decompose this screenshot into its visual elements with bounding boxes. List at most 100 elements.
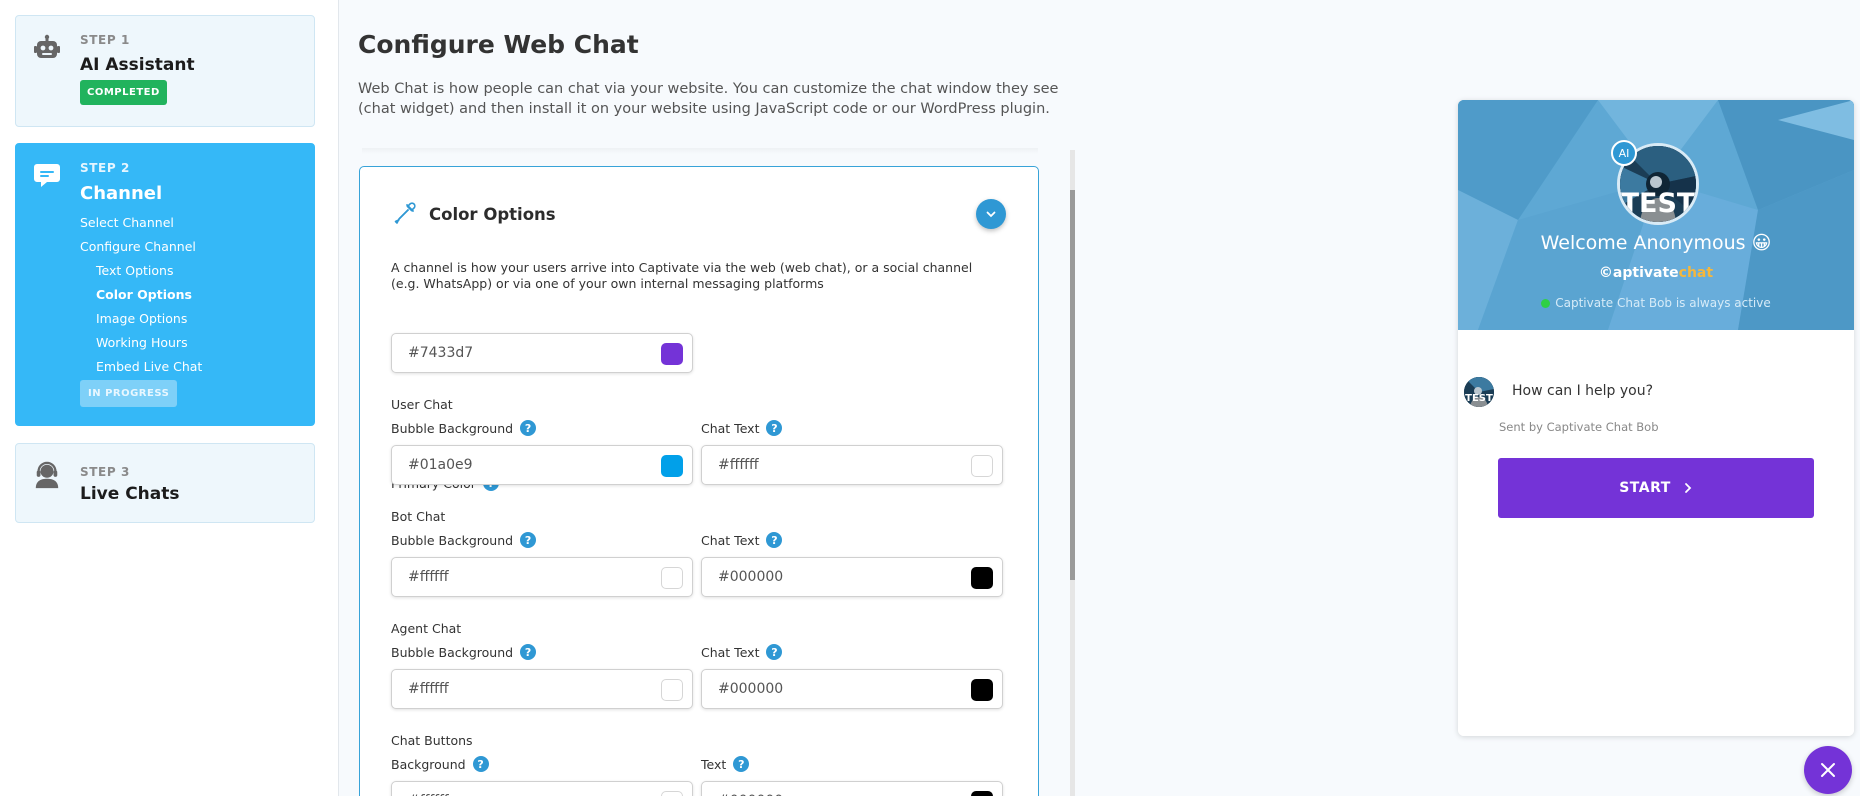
agent-bubble-color-input[interactable]: #ffffff [391,669,693,709]
agent-text-color-input[interactable]: #000000 [701,669,1003,709]
headset-agent-icon [33,461,61,489]
status-text: Captivate Chat Bob is always active [1555,296,1771,310]
bot-bubble-label: Bubble Background ? [391,532,537,548]
step-number: STEP 3 [80,465,130,479]
buttons-background-label: Background ? [391,756,489,772]
page-title: Configure Web Chat [358,30,639,59]
step-number: STEP 1 [80,33,130,47]
brand-accent: chat [1678,265,1714,281]
brand-prefix: ©aptivate [1598,265,1679,281]
color-swatch[interactable] [661,455,683,477]
step-live-chats[interactable]: STEP 3 Live Chats [15,443,315,523]
message-sender: Sent by Captivate Chat Bob [1499,420,1659,434]
status-badge-in-progress: IN PROGRESS [80,380,178,407]
step-number: STEP 2 [80,161,130,175]
color-swatch[interactable] [971,679,993,701]
help-icon[interactable]: ? [520,532,537,548]
step-title: Live Chats [80,484,180,504]
help-icon[interactable]: ? [733,756,750,772]
substep-embed-live-chat[interactable]: Embed Live Chat [80,355,202,379]
help-icon[interactable]: ? [766,532,783,548]
start-label: START [1619,480,1671,496]
user-text-color-input[interactable]: #ffffff [701,445,1003,485]
buttons-background-color-input[interactable]: #ffffff [391,781,693,796]
step-channel[interactable]: STEP 2 Channel Select Channel Configure … [15,143,315,426]
substep-working-hours[interactable]: Working Hours [80,331,202,355]
color-swatch[interactable] [971,567,993,589]
color-swatch[interactable] [661,679,683,701]
color-value: #000000 [718,681,784,697]
active-status: Captivate Chat Bob is always active [1458,296,1854,310]
field-label-text: Background [391,756,466,772]
substep-select-channel[interactable]: Select Channel [80,211,202,235]
close-icon [1821,763,1835,777]
help-icon[interactable]: ? [520,644,537,660]
section-bot-chat: Bot Chat [391,509,446,524]
online-dot-icon [1541,298,1551,308]
avatar-text: TEST [1620,188,1696,219]
bot-message: How can I help you? [1512,383,1654,399]
widget-body: TEST How can I help you? Sent by Captiva… [1458,330,1854,736]
bot-bubble-color-input[interactable]: #ffffff [391,557,693,597]
avatar-text: TEST [1465,393,1493,404]
help-icon[interactable]: ? [766,420,783,436]
help-icon[interactable]: ? [520,420,537,436]
primary-color-input[interactable]: #7433d7 [391,333,693,373]
section-agent-chat: Agent Chat [391,621,462,636]
chevron-down-icon [986,211,996,218]
substep-configure-channel[interactable]: Configure Channel [80,235,202,259]
robot-icon [33,34,61,62]
user-text-label: Chat Text ? [701,420,783,436]
user-bubble-label: Bubble Background ? [391,420,537,436]
color-value: #01a0e9 [408,457,473,473]
eyedropper-icon [393,201,417,229]
bot-text-color-input[interactable]: #000000 [701,557,1003,597]
color-swatch[interactable] [971,791,993,796]
sidebar: STEP 1 AI Assistant COMPLETED STEP 2 Cha… [0,0,339,796]
scroll-shadow [362,148,1038,154]
message-avatar: TEST [1464,377,1494,407]
field-label-text: Chat Text [701,644,760,660]
color-value: #000000 [718,569,784,585]
chat-bubble-icon [33,161,61,189]
buttons-text-label: Text ? [701,756,750,772]
agent-bubble-label: Bubble Background ? [391,644,537,660]
color-swatch[interactable] [971,455,993,477]
widget-header: AI TEST Welcome Anonymous 😀 ©aptivatecha… [1458,100,1854,330]
field-label-text: Text [701,756,727,772]
step-ai-assistant[interactable]: STEP 1 AI Assistant COMPLETED [15,15,315,127]
color-swatch[interactable] [661,791,683,796]
section-user-chat: User Chat [391,397,453,412]
field-label-text: Bubble Background [391,420,514,436]
color-value: #ffffff [408,681,449,697]
buttons-text-color-input[interactable]: #000000 [701,781,1003,796]
color-value: #ffffff [408,569,449,585]
step-title: AI Assistant [80,55,195,75]
substep-list: Select Channel Configure Channel Text Op… [80,211,202,379]
field-label-text: Chat Text [701,532,760,548]
scrollbar-thumb[interactable] [1070,190,1075,580]
color-options-panel: Color Options A channel is how your user… [359,166,1039,796]
substep-text-options[interactable]: Text Options [80,259,202,283]
substep-color-options[interactable]: Color Options [80,283,202,307]
section-chat-buttons: Chat Buttons [391,733,473,748]
collapse-button[interactable] [976,199,1006,229]
step-title: Channel [80,183,163,204]
color-swatch[interactable] [661,567,683,589]
bot-text-label: Chat Text ? [701,532,783,548]
color-swatch[interactable] [661,343,683,365]
help-icon[interactable]: ? [472,756,489,772]
help-icon[interactable]: ? [766,644,783,660]
close-chat-button[interactable] [1804,746,1852,794]
brand-logo: ©aptivatechat [1458,265,1854,281]
panel-description: A channel is how your users arrive into … [391,260,973,291]
start-button[interactable]: START [1498,458,1814,518]
page-description: Web Chat is how people can chat via your… [358,81,1059,117]
substep-image-options[interactable]: Image Options [80,307,202,331]
welcome-heading: Welcome Anonymous 😀 [1540,232,1772,254]
field-label-text: Chat Text [701,420,760,436]
user-bubble-color-input[interactable]: #01a0e9 [391,445,693,485]
field-label-text: Bubble Background [391,532,514,548]
panel-title: Color Options [429,205,556,224]
ai-badge: AI [1611,140,1637,166]
